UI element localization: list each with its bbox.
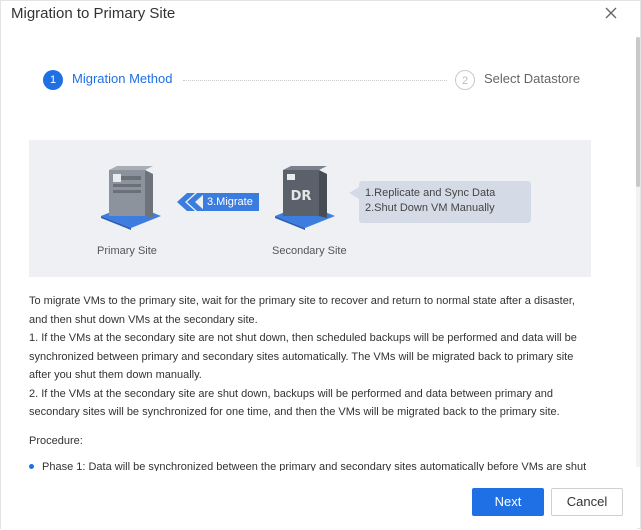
- cancel-button[interactable]: Cancel: [551, 488, 623, 516]
- secondary-site-label: Secondary Site: [272, 245, 347, 257]
- step-label-2: Select Datastore: [484, 71, 581, 86]
- next-button[interactable]: Next: [472, 488, 544, 516]
- dialog-title: Migration to Primary Site: [11, 5, 176, 22]
- chevron-left-icon: [177, 193, 205, 211]
- migration-dialog: Migration to Primary Site 1 Migration Me…: [0, 0, 641, 530]
- migration-diagram: Primary Site 3.Migrate DR Secondary Site…: [29, 140, 591, 277]
- scrollbar[interactable]: [636, 37, 640, 467]
- step-connector: [183, 80, 447, 81]
- step-label-1: Migration Method: [72, 71, 173, 86]
- primary-server-icon: [101, 166, 161, 230]
- step-number-2: 2: [455, 70, 475, 90]
- callout-line-2: 2.Shut Down VM Manually: [365, 202, 495, 214]
- callout-line-1: 1.Replicate and Sync Data: [365, 187, 496, 199]
- primary-site-label: Primary Site: [97, 245, 157, 257]
- dr-text: DR: [291, 189, 312, 204]
- callout-box: 1.Replicate and Sync Data 2.Shut Down VM…: [349, 181, 531, 223]
- bullet-icon: [29, 463, 34, 469]
- description-point-2: 2. If the VMs at the secondary site are …: [29, 387, 560, 419]
- description-point-1: 1. If the VMs at the secondary site are …: [29, 332, 577, 381]
- scrollbar-thumb[interactable]: [636, 37, 640, 187]
- close-icon[interactable]: [604, 6, 618, 20]
- step-number-1: 1: [43, 70, 63, 90]
- wizard-steps: 1 Migration Method 2 Select Datastore: [43, 68, 603, 92]
- migrate-label: 3.Migrate: [203, 193, 259, 211]
- secondary-server-icon: DR: [275, 166, 335, 230]
- description: To migrate VMs to the primary site, wait…: [29, 292, 595, 422]
- procedure-label: Procedure:: [29, 435, 83, 447]
- description-intro: To migrate VMs to the primary site, wait…: [29, 295, 575, 326]
- migrate-arrow: 3.Migrate: [177, 193, 259, 211]
